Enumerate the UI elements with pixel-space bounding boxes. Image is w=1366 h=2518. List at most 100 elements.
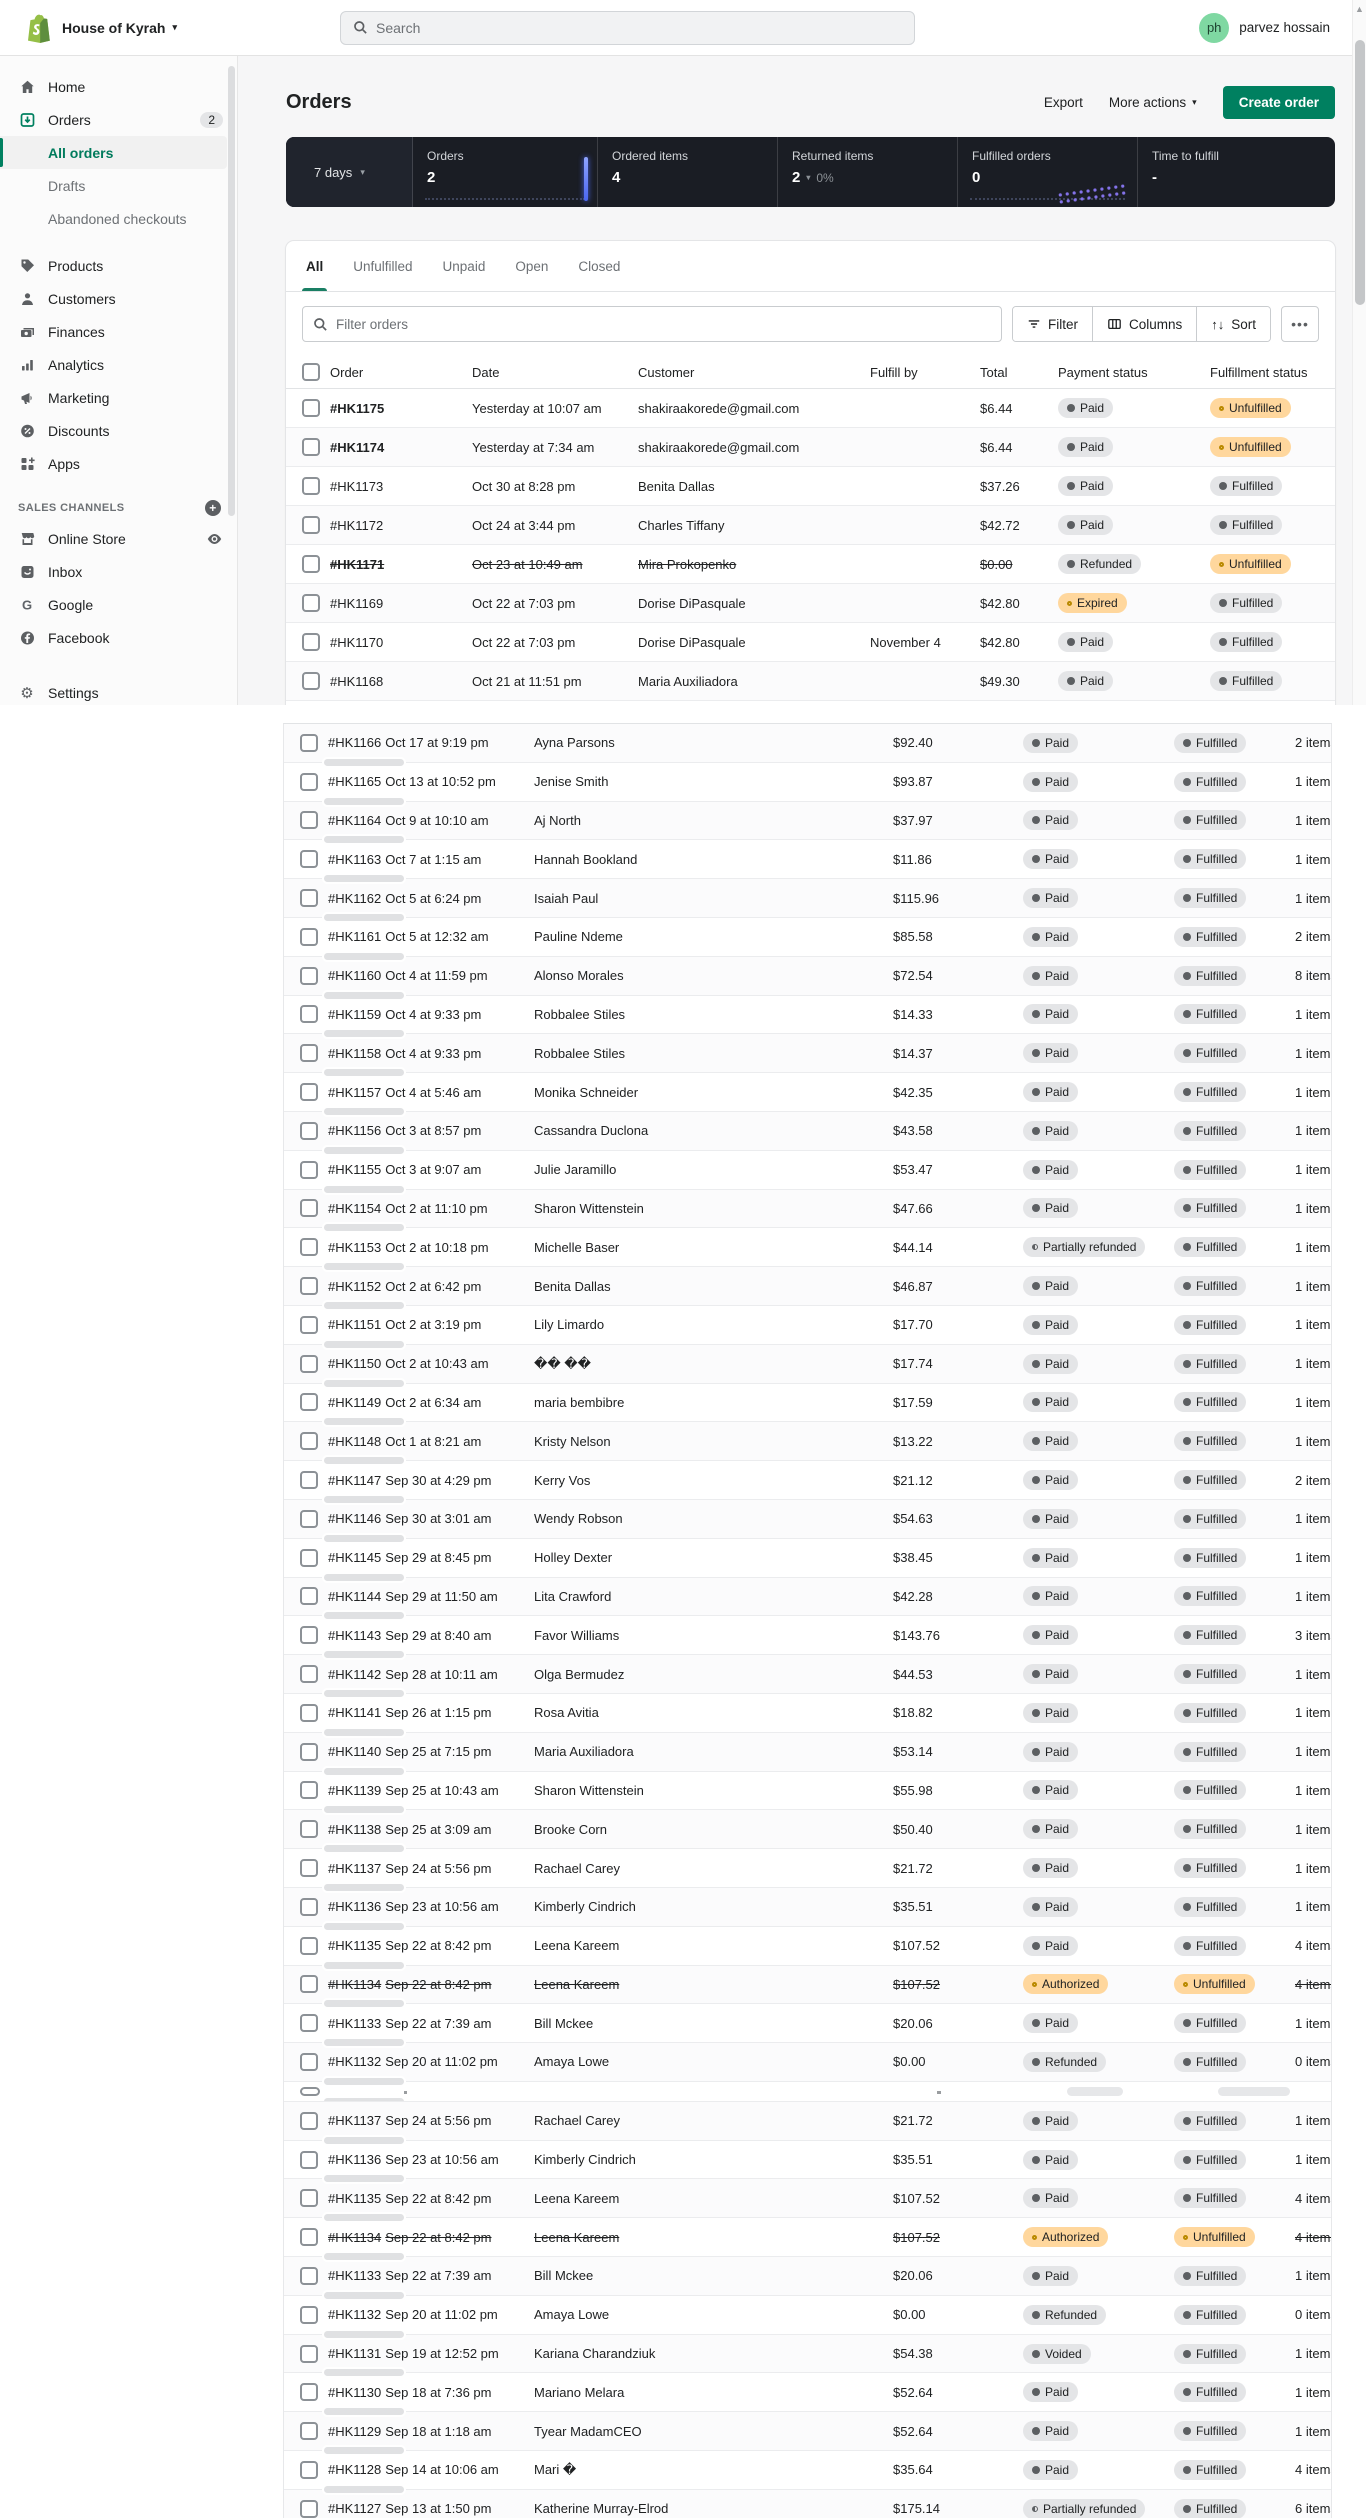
- table-row[interactable]: #HK1134 Sep 22 at 8:42 pm Leena Kareem $107…: [284, 1965, 1331, 2010]
- row-checkbox[interactable]: [300, 1121, 318, 1140]
- table-row[interactable]: #HK1149 Oct 2 at 6:34 am maria bembibre $17…: [284, 1384, 1331, 1428]
- order-number-link[interactable]: #HK1175: [330, 401, 472, 416]
- order-number-link[interactable]: #HK1148: [328, 1434, 381, 1449]
- row-checkbox[interactable]: [300, 927, 318, 946]
- table-row[interactable]: #HK1154 Oct 2 at 11:10 pm Sharon Wittenste…: [284, 1189, 1331, 1234]
- filter-orders-input[interactable]: Filter orders: [302, 306, 1002, 342]
- order-number-link[interactable]: #HK1154: [328, 1201, 381, 1216]
- order-number-link[interactable]: #HK1149: [328, 1395, 381, 1410]
- table-row[interactable]: #HK1155 Oct 3 at 9:07 am Julie Jaramillo $5…: [284, 1151, 1331, 1195]
- row-checkbox[interactable]: [300, 1509, 318, 1528]
- user-menu[interactable]: ph parvez hossain: [1199, 12, 1330, 43]
- table-row[interactable]: #HK1135 Sep 22 at 8:42 pm Leena Kareem $107…: [284, 2179, 1331, 2224]
- order-number-link[interactable]: #HK1173: [330, 479, 472, 494]
- table-row[interactable]: #HK1128 Sep 14 at 10:06 am Mari � $35.64 Pai…: [284, 2451, 1331, 2495]
- row-checkbox[interactable]: [300, 1083, 318, 1102]
- row-checkbox[interactable]: [300, 889, 318, 908]
- order-number-link[interactable]: #HK1168: [330, 674, 472, 689]
- order-number-link[interactable]: #HK1153: [328, 1240, 381, 1255]
- row-checkbox[interactable]: [300, 1315, 318, 1334]
- table-row[interactable]: #HK1161 Oct 5 at 12:32 am Pauline Ndeme $85…: [284, 918, 1331, 962]
- table-row[interactable]: #HK1130 Sep 18 at 7:36 pm Mariano Melara $5…: [284, 2373, 1331, 2418]
- row-checkbox[interactable]: [300, 1354, 318, 1373]
- row-checkbox[interactable]: [300, 2150, 318, 2169]
- order-number-link[interactable]: #HK1156: [328, 1123, 381, 1138]
- sidebar-item-products[interactable]: Products: [0, 249, 237, 282]
- order-number-link[interactable]: #HK1129: [328, 2424, 381, 2439]
- order-number-link[interactable]: #HK1143: [328, 1628, 381, 1643]
- order-number-link[interactable]: #HK1145: [328, 1550, 381, 1565]
- order-number-link[interactable]: #HK1127: [328, 2501, 381, 2516]
- row-checkbox[interactable]: [300, 1897, 318, 1916]
- window-scrollbar-thumb[interactable]: [1355, 40, 1365, 305]
- row-checkbox[interactable]: [302, 672, 320, 690]
- table-row[interactable]: #HK1156 Oct 3 at 8:57 pm Cassandra Duclona…: [284, 1111, 1331, 1156]
- row-checkbox[interactable]: [300, 2266, 318, 2285]
- table-row[interactable]: #HK1162 Oct 5 at 6:24 pm Isaiah Paul $115.9…: [284, 879, 1331, 923]
- sidebar-item-inbox[interactable]: Inbox: [0, 555, 237, 588]
- table-row[interactable]: #HK1132 Sep 20 at 11:02 pm Amaya Lowe $0.00…: [284, 2296, 1331, 2340]
- row-checkbox[interactable]: [300, 2052, 318, 2071]
- sidebar-item-analytics[interactable]: Analytics: [0, 348, 237, 381]
- row-checkbox[interactable]: [300, 1548, 318, 1567]
- table-row[interactable]: #HK1142 Sep 28 at 10:11 am Olga Bermudez $4…: [284, 1655, 1331, 1699]
- row-checkbox[interactable]: [300, 1160, 318, 1179]
- order-number-link[interactable]: #HK1134: [328, 2230, 381, 2245]
- order-number-link[interactable]: #HK1161: [328, 929, 381, 944]
- order-number-link[interactable]: #HK1134: [328, 1977, 381, 1992]
- order-number-link[interactable]: #HK1135: [328, 2191, 381, 2206]
- sidebar-item-apps[interactable]: Apps: [0, 447, 237, 480]
- row-checkbox[interactable]: [302, 594, 320, 612]
- more-options-button[interactable]: •••: [1281, 306, 1319, 342]
- row-checkbox[interactable]: [300, 2460, 318, 2479]
- row-checkbox[interactable]: [300, 1781, 318, 1800]
- table-row[interactable]: #HK1132 Sep 20 at 11:02 pm Amaya Lowe $0.00…: [284, 2043, 1331, 2087]
- sidebar-item-marketing[interactable]: Marketing: [0, 381, 237, 414]
- row-checkbox[interactable]: [300, 1626, 318, 1645]
- row-checkbox[interactable]: [300, 2111, 318, 2130]
- order-number-link[interactable]: #HK1157: [328, 1085, 381, 1100]
- global-search-input[interactable]: Search: [340, 10, 915, 45]
- row-checkbox[interactable]: [300, 1936, 318, 1955]
- order-number-link[interactable]: #HK1155: [328, 1162, 381, 1177]
- order-number-link[interactable]: #HK1132: [328, 2054, 381, 2069]
- order-number-link[interactable]: #HK1159: [328, 1007, 381, 1022]
- tab-open[interactable]: Open: [515, 241, 548, 291]
- table-row[interactable]: #HK1140 Sep 25 at 7:15 pm Maria Auxiliador…: [284, 1732, 1331, 1777]
- row-checkbox[interactable]: [300, 2499, 318, 2518]
- table-row[interactable]: #HK1136 Sep 23 at 10:56 am Kimberly Cindri…: [284, 1887, 1331, 1932]
- table-row[interactable]: #HK1133 Sep 22 at 7:39 am Bill Mckee $20.06…: [284, 2004, 1331, 2049]
- store-switcher[interactable]: House of Kyrah ▾: [62, 20, 177, 36]
- row-checkbox[interactable]: [300, 1044, 318, 1063]
- table-row[interactable]: #HK1165 Oct 13 at 10:52 pm Jenise Smith $93…: [284, 763, 1331, 807]
- row-checkbox[interactable]: [300, 1199, 318, 1218]
- table-row[interactable]: #HK1143 Sep 29 at 8:40 am Favor Williams $1…: [284, 1616, 1331, 1661]
- select-all-checkbox[interactable]: [302, 363, 320, 381]
- row-checkbox[interactable]: [302, 438, 320, 456]
- order-number-link[interactable]: #HK1140: [328, 1744, 381, 1759]
- table-row[interactable]: #HK1136 Sep 23 at 10:56 am Kimberly Cindri…: [284, 2141, 1331, 2185]
- order-number-link[interactable]: #HK1133: [328, 2268, 381, 2283]
- order-number-link[interactable]: #HK1128: [328, 2462, 381, 2477]
- order-number-link[interactable]: #HK1137: [328, 1861, 381, 1876]
- order-number-link[interactable]: #HK1137: [328, 2113, 381, 2128]
- create-order-button[interactable]: Create order: [1222, 86, 1335, 119]
- row-checkbox[interactable]: [300, 1975, 318, 1994]
- table-row[interactable]: #HK1147 Sep 30 at 4:29 pm Kerry Vos $21.12 P…: [284, 1461, 1331, 1505]
- table-row[interactable]: #HK1158 Oct 4 at 9:33 pm Robbalee Stiles $1…: [284, 1034, 1331, 1079]
- table-row[interactable]: #HK1144 Sep 29 at 11:50 am Lita Crawford $4…: [284, 1577, 1331, 1622]
- table-row[interactable]: #HK1151 Oct 2 at 3:19 pm Lily Limardo $17.7…: [284, 1306, 1331, 1350]
- row-checkbox[interactable]: [302, 477, 320, 495]
- filter-button[interactable]: Filter: [1012, 307, 1093, 341]
- row-checkbox[interactable]: [300, 1005, 318, 1024]
- order-number-link[interactable]: #HK1170: [330, 635, 472, 650]
- table-row[interactable]: #HK1135 Sep 22 at 8:42 pm Leena Kareem $107…: [284, 1927, 1331, 1971]
- row-checkbox[interactable]: [300, 1665, 318, 1684]
- sidebar-item-home[interactable]: Home: [0, 70, 237, 103]
- order-number-link[interactable]: #HK1166: [328, 735, 381, 750]
- table-row[interactable]: #HK1175 Yesterday at 10:07 am shakiraakore…: [286, 389, 1335, 428]
- row-checkbox[interactable]: [300, 1859, 318, 1877]
- order-number-link[interactable]: #HK1152: [328, 1279, 381, 1294]
- sort-button[interactable]: ↑↓ Sort: [1197, 307, 1270, 341]
- table-row[interactable]: #HK1159 Oct 4 at 9:33 pm Robbalee Stiles $1…: [284, 996, 1331, 1040]
